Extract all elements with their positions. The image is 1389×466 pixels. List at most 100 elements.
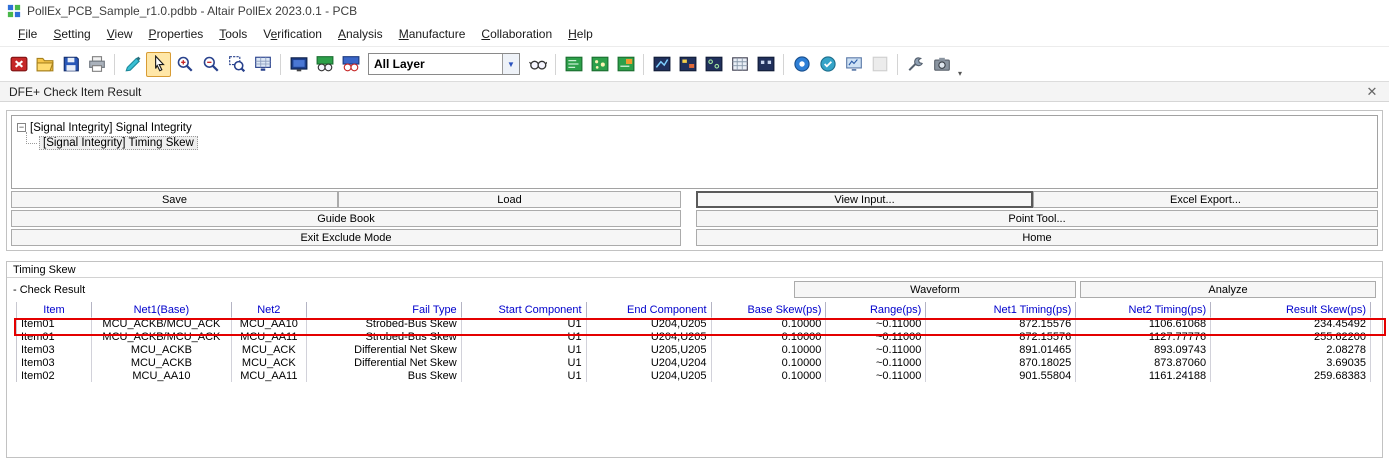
measure-pen-icon[interactable] bbox=[120, 52, 145, 77]
menu-file[interactable]: File bbox=[10, 24, 45, 44]
column-header[interactable]: Result Skew(ps) bbox=[1211, 302, 1371, 317]
guide-book-button[interactable]: Guide Book bbox=[11, 210, 681, 227]
capture-icon[interactable] bbox=[929, 52, 954, 77]
check-result-label: - Check Result bbox=[13, 284, 85, 296]
redraw-icon[interactable] bbox=[250, 52, 275, 77]
table-cell: 259.68383 bbox=[1211, 369, 1371, 382]
layer-combobox[interactable]: All Layer▼ bbox=[368, 53, 520, 75]
menu-properties[interactable]: Properties bbox=[141, 24, 212, 44]
menu-collaboration[interactable]: Collaboration bbox=[473, 24, 560, 44]
save-icon[interactable] bbox=[58, 52, 83, 77]
toolbar-overflow-icon[interactable]: ▾ bbox=[955, 69, 965, 81]
column-header[interactable]: Net1(Base) bbox=[92, 302, 232, 317]
table-row[interactable]: Item01MCU_ACKB/MCU_ACKMCU_AA11Strobed-Bu… bbox=[17, 330, 1371, 343]
column-header[interactable]: End Component bbox=[587, 302, 712, 317]
table-cell: Item03 bbox=[17, 356, 92, 369]
panel-title: DFE+ Check Item Result bbox=[9, 85, 141, 99]
result-subheader: - Check Result Waveform Analyze bbox=[7, 278, 1382, 302]
chevron-down-icon[interactable]: ▼ bbox=[502, 54, 519, 74]
action-row-1: Save Load View Input... Excel Export... bbox=[11, 191, 1378, 208]
table-cell: 0.10000 bbox=[712, 343, 827, 356]
table-cell: 891.01465 bbox=[926, 343, 1076, 356]
close-board-icon[interactable] bbox=[6, 52, 31, 77]
tree-item-signal-integrity[interactable]: [Signal Integrity] Signal Integrity bbox=[17, 120, 1377, 135]
column-header[interactable]: Net2 Timing(ps) bbox=[1076, 302, 1211, 317]
timing-skew-box: Timing Skew - Check Result Waveform Anal… bbox=[6, 261, 1383, 458]
exit-exclude-mode-button[interactable]: Exit Exclude Mode bbox=[11, 229, 681, 246]
simulation-icon[interactable] bbox=[841, 52, 866, 77]
table-cell: 0.10000 bbox=[712, 330, 827, 343]
column-header[interactable]: Fail Type bbox=[307, 302, 462, 317]
menu-analysis[interactable]: Analysis bbox=[330, 24, 391, 44]
blank-icon[interactable] bbox=[867, 52, 892, 77]
column-header[interactable]: Range(ps) bbox=[826, 302, 926, 317]
options-icon[interactable] bbox=[903, 52, 928, 77]
menu-help[interactable]: Help bbox=[560, 24, 601, 44]
column-header[interactable]: Net1 Timing(ps) bbox=[926, 302, 1076, 317]
component-view-icon[interactable] bbox=[675, 52, 700, 77]
table-row[interactable]: Item03MCU_ACKBMCU_ACKDifferential Net Sk… bbox=[17, 356, 1371, 369]
table-cell: Item01 bbox=[17, 317, 92, 330]
grid-view-icon[interactable] bbox=[727, 52, 752, 77]
zoom-window-icon[interactable] bbox=[224, 52, 249, 77]
row-gap bbox=[681, 229, 696, 246]
table-cell: MCU_AA11 bbox=[232, 369, 307, 382]
save-button[interactable]: Save bbox=[11, 191, 338, 208]
table-cell: MCU_AA11 bbox=[232, 330, 307, 343]
table-cell: Item02 bbox=[17, 369, 92, 382]
table-cell: Strobed-Bus Skew bbox=[307, 317, 462, 330]
table-cell: ~0.11000 bbox=[826, 343, 926, 356]
collapse-icon[interactable] bbox=[17, 123, 26, 132]
pcb-drill-view-icon[interactable] bbox=[613, 52, 638, 77]
column-header[interactable]: Item bbox=[17, 302, 92, 317]
print-icon[interactable] bbox=[84, 52, 109, 77]
table-row[interactable]: Item01MCU_ACKB/MCU_ACKMCU_AA10Strobed-Bu… bbox=[17, 317, 1371, 330]
point-tool-button[interactable]: Point Tool... bbox=[696, 210, 1378, 227]
load-button[interactable]: Load bbox=[338, 191, 681, 208]
dfm-check-icon[interactable] bbox=[789, 52, 814, 77]
via-view-icon[interactable] bbox=[701, 52, 726, 77]
pcb-top-view-icon[interactable] bbox=[561, 52, 586, 77]
table-cell: U204,U205 bbox=[587, 317, 712, 330]
select-arrow-icon[interactable] bbox=[146, 52, 171, 77]
pad-view-icon[interactable] bbox=[753, 52, 778, 77]
open-folder-icon[interactable] bbox=[32, 52, 57, 77]
layer-stack-icon[interactable] bbox=[312, 52, 337, 77]
tree-item-timing-skew[interactable]: [Signal Integrity] Timing Skew bbox=[17, 135, 1377, 151]
table-cell: Differential Net Skew bbox=[307, 356, 462, 369]
waveform-button[interactable]: Waveform bbox=[794, 281, 1076, 298]
panel-close-icon[interactable]: ✕ bbox=[1364, 84, 1380, 100]
menu-setting[interactable]: Setting bbox=[45, 24, 98, 44]
column-header[interactable]: Start Component bbox=[462, 302, 587, 317]
table-row[interactable]: Item03MCU_ACKBMCU_ACKDifferential Net Sk… bbox=[17, 343, 1371, 356]
view-input-button[interactable]: View Input... bbox=[696, 191, 1033, 208]
zoom-out-icon[interactable] bbox=[198, 52, 223, 77]
table-cell: MCU_AA10 bbox=[232, 317, 307, 330]
pcb-bottom-view-icon[interactable] bbox=[587, 52, 612, 77]
table-row[interactable]: Item02MCU_AA10MCU_AA11Bus SkewU1U204,U20… bbox=[17, 369, 1371, 382]
table-cell: U205,U205 bbox=[587, 343, 712, 356]
table-cell: MCU_AA10 bbox=[92, 369, 232, 382]
analyze-button[interactable]: Analyze bbox=[1080, 281, 1376, 298]
excel-export-button[interactable]: Excel Export... bbox=[1033, 191, 1378, 208]
layer-visibility-icon[interactable] bbox=[525, 52, 550, 77]
menu-manufacture[interactable]: Manufacture bbox=[391, 24, 474, 44]
table-cell: 255.62200 bbox=[1211, 330, 1371, 343]
layer-select-icon[interactable] bbox=[338, 52, 363, 77]
home-button[interactable]: Home bbox=[696, 229, 1378, 246]
column-header[interactable]: Base Skew(ps) bbox=[712, 302, 827, 317]
menu-bar: FileSettingViewPropertiesToolsVerificati… bbox=[0, 22, 1389, 47]
dfe-check-icon[interactable] bbox=[815, 52, 840, 77]
zoom-in-icon[interactable] bbox=[172, 52, 197, 77]
column-header[interactable]: Net2 bbox=[232, 302, 307, 317]
app-window: PollEx_PCB_Sample_r1.0.pdbb - Altair Pol… bbox=[0, 0, 1389, 466]
menu-view[interactable]: View bbox=[99, 24, 141, 44]
table-cell: 2.08278 bbox=[1211, 343, 1371, 356]
menu-verification[interactable]: Verification bbox=[255, 24, 330, 44]
board-view-icon[interactable] bbox=[286, 52, 311, 77]
action-row-2: Guide Book Point Tool... bbox=[11, 210, 1378, 227]
table-cell: MCU_ACKB bbox=[92, 343, 232, 356]
net-view-icon[interactable] bbox=[649, 52, 674, 77]
table-cell: 873.87060 bbox=[1076, 356, 1211, 369]
menu-tools[interactable]: Tools bbox=[211, 24, 255, 44]
